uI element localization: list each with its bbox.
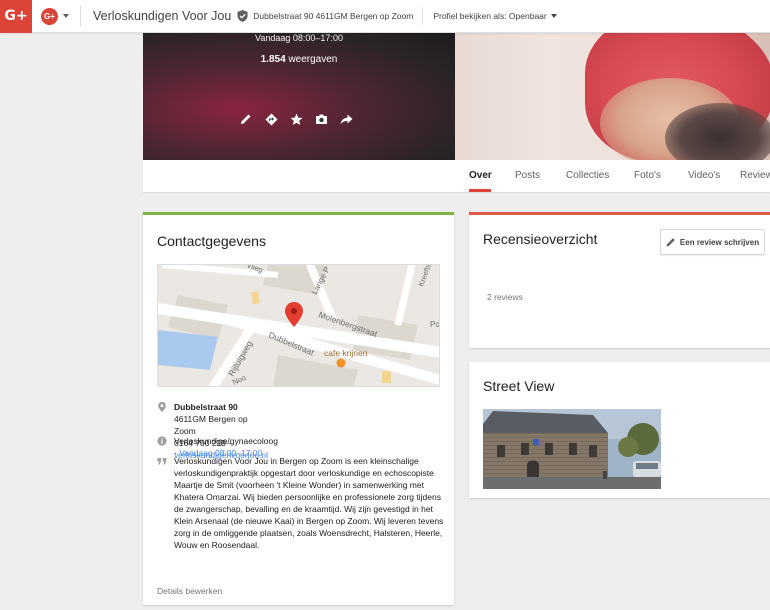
top-address: Dubbelstraat 90 4611GM Bergen op Zoom [253,11,414,21]
address-city: 4611GM Bergen op Zoom [174,414,248,436]
address-street: Dubbelstraat 90 [174,402,238,412]
street-view-image[interactable] [483,409,661,489]
map-graphic: cafe krijnen Molenbergstraat Dubbelstraa… [158,265,440,386]
map-label: Po [430,320,440,329]
tab-reviews[interactable]: Review [740,170,770,181]
chevron-down-icon [550,14,557,18]
review-count[interactable]: 2 reviews [487,292,523,302]
tab-bar: Over Posts Collecties Foto's Video's Rev… [143,160,770,192]
cover-photo: Vandaag 08:00–17:00 1.854 weergaven [143,33,770,160]
description: Verloskundigen Voor Jou in Bergen op Zoo… [174,456,444,550]
info-icon [157,436,167,446]
view-as-dropdown[interactable]: Profiel bekijken als: Openbaar [433,11,557,21]
chevron-down-icon [63,14,69,18]
share-icon[interactable] [338,111,354,127]
account-switcher[interactable]: G+ [38,5,72,27]
top-bar: G+ G+ Verloskundigen Voor Jou Dubbelstra… [0,0,770,33]
divider [80,5,81,27]
tab-videos[interactable]: Video's [688,170,720,181]
edit-details-link[interactable]: Details bewerken [157,586,222,596]
google-plus-icon: G+ [41,7,58,25]
map-label: cafe krijnen [324,348,368,358]
tab-fotos[interactable]: Foto's [634,170,661,181]
page-name[interactable]: Verloskundigen Voor Jou [93,9,231,23]
tab-posts[interactable]: Posts [515,170,540,181]
google-plus-logo[interactable]: G+ [0,0,32,33]
location-pin-icon [158,402,166,412]
directions-icon[interactable] [263,111,279,127]
map[interactable]: cafe krijnen Molenbergstraat Dubbelstraa… [157,264,440,387]
view-count-label: weergaven [288,54,338,65]
quote-icon [157,458,167,465]
cover-left-panel [143,33,455,160]
active-tab-indicator [469,189,491,192]
camera-icon[interactable] [313,111,329,127]
cover-hours: Vandaag 08:00–17:00 [255,33,343,43]
pencil-icon[interactable] [238,111,254,127]
cover-actions [238,111,354,127]
verified-shield-icon [237,10,248,22]
view-count-number: 1.854 [260,54,286,65]
tab-collecties[interactable]: Collecties [566,170,609,181]
write-review-label: Een review schrijven [679,237,760,247]
street-view-card: Street View [469,362,770,498]
review-title: Recensieoverzicht [483,231,598,247]
contact-card: Contactgegevens cafe krijnen Molenbergst… [143,212,454,605]
tab-over[interactable]: Over [469,170,492,181]
star-icon[interactable] [288,111,304,127]
view-as-label: Profiel bekijken als: Openbaar [433,11,547,21]
contact-title: Contactgegevens [157,233,266,249]
street-view-title: Street View [483,378,555,394]
view-count: 1.854 weergaven [143,54,455,65]
write-review-button[interactable]: Een review schrijven [660,229,765,255]
street-view-graphic [483,409,661,489]
review-overview-card: Recensieoverzicht Een review schrijven 2… [469,212,770,348]
category: Verloskundige/gynaecoloog [174,436,278,446]
cover-right-photo [455,33,770,160]
pencil-icon [666,238,675,247]
divider [422,7,424,25]
